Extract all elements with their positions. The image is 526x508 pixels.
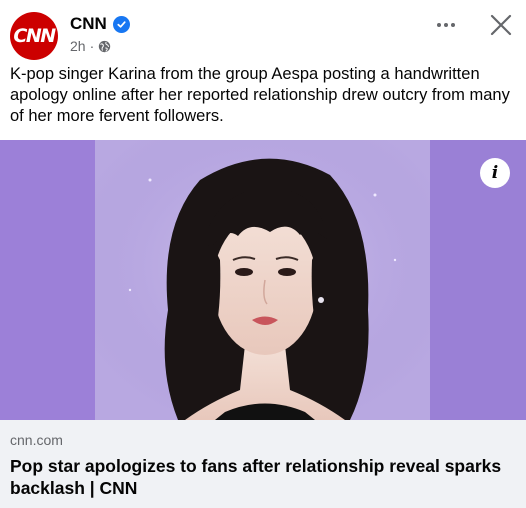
timestamp[interactable]: 2h xyxy=(70,38,86,54)
meta-separator: · xyxy=(89,38,95,54)
close-button[interactable] xyxy=(486,10,516,40)
facebook-post: CNN CNN 2h · K-pop singer Karina from th… xyxy=(0,0,526,508)
info-button[interactable]: i xyxy=(480,158,510,188)
close-icon xyxy=(490,14,512,36)
more-options-button[interactable] xyxy=(428,14,464,36)
more-dot-icon xyxy=(444,23,448,27)
post-meta: 2h · xyxy=(70,38,111,54)
more-dot-icon xyxy=(451,23,455,27)
verified-badge-icon xyxy=(112,15,130,33)
singer-photo xyxy=(0,140,526,420)
page-name[interactable]: CNN xyxy=(70,14,107,34)
more-dot-icon xyxy=(437,23,441,27)
post-caption: K-pop singer Karina from the group Aespa… xyxy=(10,65,510,125)
page-name-row: CNN xyxy=(70,14,130,34)
link-headline[interactable]: Pop star apologizes to fans after relati… xyxy=(10,455,520,499)
page-avatar[interactable]: CNN xyxy=(10,12,58,60)
link-preview-card[interactable]: cnn.com Pop star apologizes to fans afte… xyxy=(0,420,526,508)
cnn-logo: CNN xyxy=(13,25,56,47)
link-domain: cnn.com xyxy=(10,432,63,448)
post-image[interactable]: i xyxy=(0,140,526,420)
globe-icon xyxy=(98,40,111,53)
